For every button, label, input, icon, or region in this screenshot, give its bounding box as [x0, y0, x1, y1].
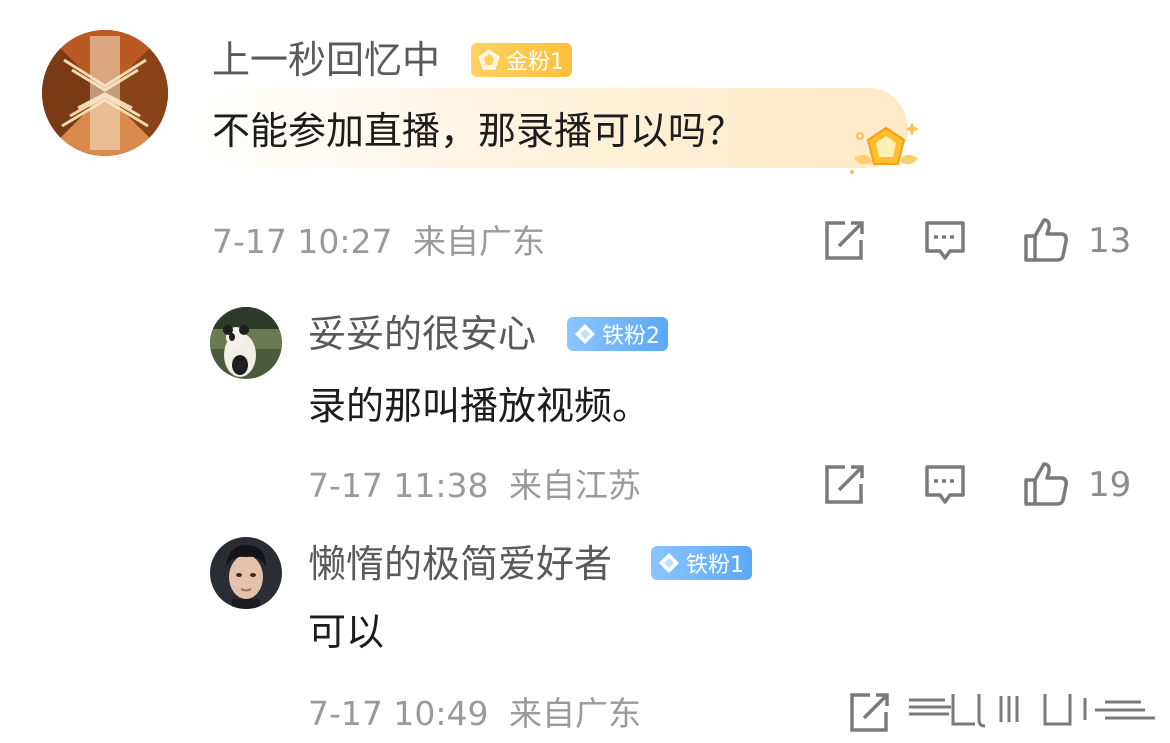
thumbs-up-icon	[1024, 462, 1068, 506]
avatar[interactable]	[210, 537, 282, 609]
comment-icon	[925, 221, 965, 260]
reply-button[interactable]	[922, 462, 968, 508]
like-count: 19	[1088, 465, 1132, 505]
comment-text: 不能参加直播，那录播可以吗？	[212, 109, 745, 153]
username[interactable]: 懒惰的极简爱好者	[308, 545, 612, 583]
diamond-icon	[657, 551, 681, 575]
share-button[interactable]	[846, 690, 892, 736]
badge-label: 铁粉2	[602, 324, 660, 349]
timestamp: 7-17 11:38 来自江苏	[308, 469, 641, 502]
username[interactable]: 妥妥的很安心	[308, 315, 536, 353]
share-icon	[825, 221, 864, 260]
comment-time: 7-17 10:49	[308, 694, 489, 733]
share-button[interactable]	[821, 218, 867, 264]
share-button[interactable]	[821, 462, 867, 508]
username[interactable]: 上一秒回忆中	[212, 41, 440, 79]
comment-text: 录的那叫播放视频。	[308, 384, 651, 428]
diamond-icon	[573, 322, 597, 346]
gold-medal-icon	[846, 118, 926, 182]
like-button[interactable]	[1022, 460, 1068, 506]
like-count: 13	[1088, 221, 1132, 261]
timestamp: 7-17 10:49 来自广东	[308, 697, 641, 730]
like-button[interactable]	[1022, 216, 1068, 262]
glitched-action-bar	[905, 690, 1165, 740]
comment-time: 7-17 11:38	[308, 466, 489, 505]
share-icon	[850, 693, 889, 732]
comment-text: 可以	[308, 610, 385, 654]
reply-button[interactable]	[922, 218, 968, 264]
share-icon	[825, 465, 864, 504]
avatar[interactable]	[210, 307, 282, 379]
fan-badge-iron[interactable]: 铁粉2	[567, 317, 668, 351]
comment-location: 来自广东	[509, 694, 641, 733]
timestamp: 7-17 10:27 来自广东	[212, 225, 545, 258]
fan-badge-iron[interactable]: 铁粉1	[651, 546, 752, 580]
comment-location: 来自江苏	[509, 466, 641, 505]
badge-label: 金粉1	[506, 50, 564, 75]
comment-icon	[925, 465, 965, 504]
badge-label: 铁粉1	[686, 553, 744, 578]
comment-location: 来自广东	[413, 222, 545, 261]
avatar[interactable]	[42, 30, 168, 156]
comment-time: 7-17 10:27	[212, 222, 393, 261]
thumbs-up-icon	[1024, 218, 1068, 262]
gold-gem-icon	[477, 48, 501, 72]
fan-badge-gold[interactable]: 金粉1	[471, 43, 572, 77]
